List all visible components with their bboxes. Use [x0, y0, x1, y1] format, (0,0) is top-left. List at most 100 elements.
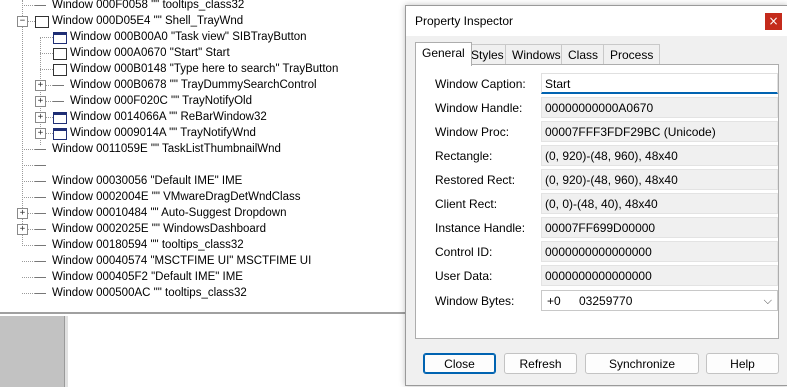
field-label: Instance Handle: [435, 221, 526, 235]
field-label: Control ID: [435, 245, 493, 259]
window-icon [35, 277, 46, 278]
tree-row[interactable]: − Window 000D05E4 "" Shell_TrayWnd [0, 13, 400, 29]
tree-row[interactable]: Window 000A0670 "Start" Start [0, 45, 400, 61]
synchronize-button[interactable]: Synchronize [585, 353, 699, 374]
window-icon [53, 64, 67, 76]
field-label: Restored Rect: [435, 173, 516, 187]
window-icon [35, 213, 46, 214]
field-value[interactable]: 00007FFF3FDF29BC (Unicode) [541, 121, 778, 142]
tree-line [22, 293, 35, 294]
tree-row[interactable]: Window 0011059E "" TaskListThumbnailWnd [0, 141, 400, 157]
tree-line [22, 245, 35, 246]
tree-row-label: Window 000F020C "" TrayNotifyOld [70, 95, 253, 107]
tree-row[interactable]: Window 00180594 "" tooltips_class32 [0, 237, 400, 253]
window-icon [35, 165, 46, 166]
field-label: Client Rect: [435, 197, 498, 211]
tree-row-label: Window 00030056 "Default IME" IME [52, 175, 243, 187]
splitter[interactable] [64, 316, 68, 387]
window-icon [53, 48, 67, 60]
window-icon [35, 229, 46, 230]
field-value[interactable]: (0, 920)-(48, 960), 48x40 [541, 169, 778, 190]
refresh-button[interactable]: Refresh [504, 353, 577, 374]
field-value[interactable]: 00007FF699D00000 [541, 217, 778, 238]
expand-icon[interactable]: + [17, 208, 28, 219]
help-button[interactable]: Help [706, 353, 779, 374]
tree-row-label: Window 000405F2 "Default IME" IME [52, 271, 243, 283]
tree-line [40, 53, 53, 54]
field-label: Rectangle: [435, 149, 493, 163]
tree-row[interactable]: + Window 0014066A "" ReBarWindow32 [0, 109, 400, 125]
expand-icon[interactable]: + [35, 80, 46, 91]
field-value[interactable]: 0000000000000000 [541, 265, 778, 286]
tree-row[interactable]: Window 00030056 "Default IME" IME [0, 173, 400, 189]
tab-windows[interactable]: Windows [505, 44, 568, 65]
window-icon [35, 149, 46, 150]
expand-icon[interactable]: + [35, 128, 46, 139]
window-bytes-value: 03259770 [579, 294, 633, 308]
tree-row-label: Window 0014066A "" ReBarWindow32 [70, 111, 267, 123]
window-icon [53, 128, 67, 140]
tree-row-label: Window 000B0678 "" TrayDummySearchContro… [70, 79, 317, 91]
window-icon [53, 112, 67, 124]
tree-line [22, 181, 35, 182]
tree-row-label: Window 000B00A0 "Task view" SIBTrayButto… [70, 31, 307, 43]
field-value[interactable]: 0000000000000000 [541, 241, 778, 262]
collapse-icon[interactable]: − [17, 16, 28, 27]
window-icon [53, 32, 67, 44]
tree-row[interactable]: Window 000500AC "" tooltips_class32 [0, 285, 400, 301]
tree-line [22, 165, 35, 166]
chevron-down-icon[interactable]: ⌵ [764, 291, 772, 312]
tree-line [22, 197, 35, 198]
close-button[interactable]: Close [423, 353, 496, 374]
tree-row[interactable]: Window 000B00A0 "Task view" SIBTrayButto… [0, 29, 400, 45]
tree-row-label: Window 000D05E4 "" Shell_TrayWnd [52, 15, 244, 27]
tree-row[interactable]: + Window 000F020C "" TrayNotifyOld [0, 93, 400, 109]
window-icon [35, 245, 46, 246]
field-value[interactable]: 00000000000A0670 [541, 97, 778, 118]
tab-general[interactable]: General [415, 42, 472, 66]
field-label: Window Caption: [435, 77, 526, 91]
expand-icon[interactable]: + [35, 112, 46, 123]
window-bytes-combo[interactable]: +0 03259770 ⌵ [541, 290, 778, 311]
dialog-title: Property Inspector [415, 14, 514, 28]
tree-row-label: Window 000A0670 "Start" Start [70, 47, 230, 59]
tree-row-label: Window 000B0148 "Type here to search" Tr… [70, 63, 339, 75]
tree-row[interactable]: + Window 0002025E "" WindowsDashboard [0, 221, 400, 237]
tree-row[interactable]: Window 00040574 "MSCTFIME UI" MSCTFIME U… [0, 253, 400, 269]
close-icon[interactable]: × [765, 13, 782, 30]
tree-row[interactable]: Window 000B0148 "Type here to search" Tr… [0, 61, 400, 77]
field-label: Window Proc: [435, 125, 510, 139]
tree-line [22, 261, 35, 262]
field-label: Window Handle: [435, 101, 523, 115]
window-icon [35, 181, 46, 182]
tree-row-label: Window 000F0058 "" tooltips_class32 [52, 0, 245, 11]
lower-pane-gray [0, 316, 64, 387]
tree-row-label: Window 0009014A "" TrayNotifyWnd [70, 127, 256, 139]
window-icon [35, 261, 46, 262]
tree-line [22, 5, 35, 6]
window-bytes-label: Window Bytes: [435, 294, 515, 308]
field-value[interactable]: (0, 920)-(48, 960), 48x40 [541, 145, 778, 166]
tree-line [22, 277, 35, 278]
title-bar[interactable]: Property Inspector × [406, 6, 787, 36]
tree-line [22, 149, 35, 150]
tab-class[interactable]: Class [561, 44, 606, 65]
window-bytes-offset: +0 [547, 294, 561, 308]
expand-icon[interactable]: + [17, 224, 28, 235]
property-inspector-dialog: Property Inspector × General Styles Wind… [405, 5, 787, 386]
expand-icon[interactable]: + [35, 96, 46, 107]
field-value[interactable]: (0, 0)-(48, 40), 48x40 [541, 193, 778, 214]
tree-row[interactable] [0, 157, 400, 173]
tree-row[interactable]: + Window 0009014A "" TrayNotifyWnd [0, 125, 400, 141]
tree-row[interactable]: Window 000F0058 "" tooltips_class32 [0, 0, 400, 13]
tree-row-label: Window 00180594 "" tooltips_class32 [52, 239, 244, 251]
tree-row[interactable]: Window 000405F2 "Default IME" IME [0, 269, 400, 285]
tab-process[interactable]: Process [603, 44, 661, 65]
field-value[interactable]: Start [541, 73, 778, 94]
tree-row[interactable]: + Window 00010484 "" Auto-Suggest Dropdow… [0, 205, 400, 221]
tree-row[interactable]: Window 0002004E "" VMwareDragDetWndClass [0, 189, 400, 205]
window-icon [53, 101, 64, 102]
window-icon [53, 85, 64, 86]
tree-row-label: Window 0002004E "" VMwareDragDetWndClass [52, 191, 301, 203]
tree-row[interactable]: + Window 000B0678 "" TrayDummySearchContr… [0, 77, 400, 93]
